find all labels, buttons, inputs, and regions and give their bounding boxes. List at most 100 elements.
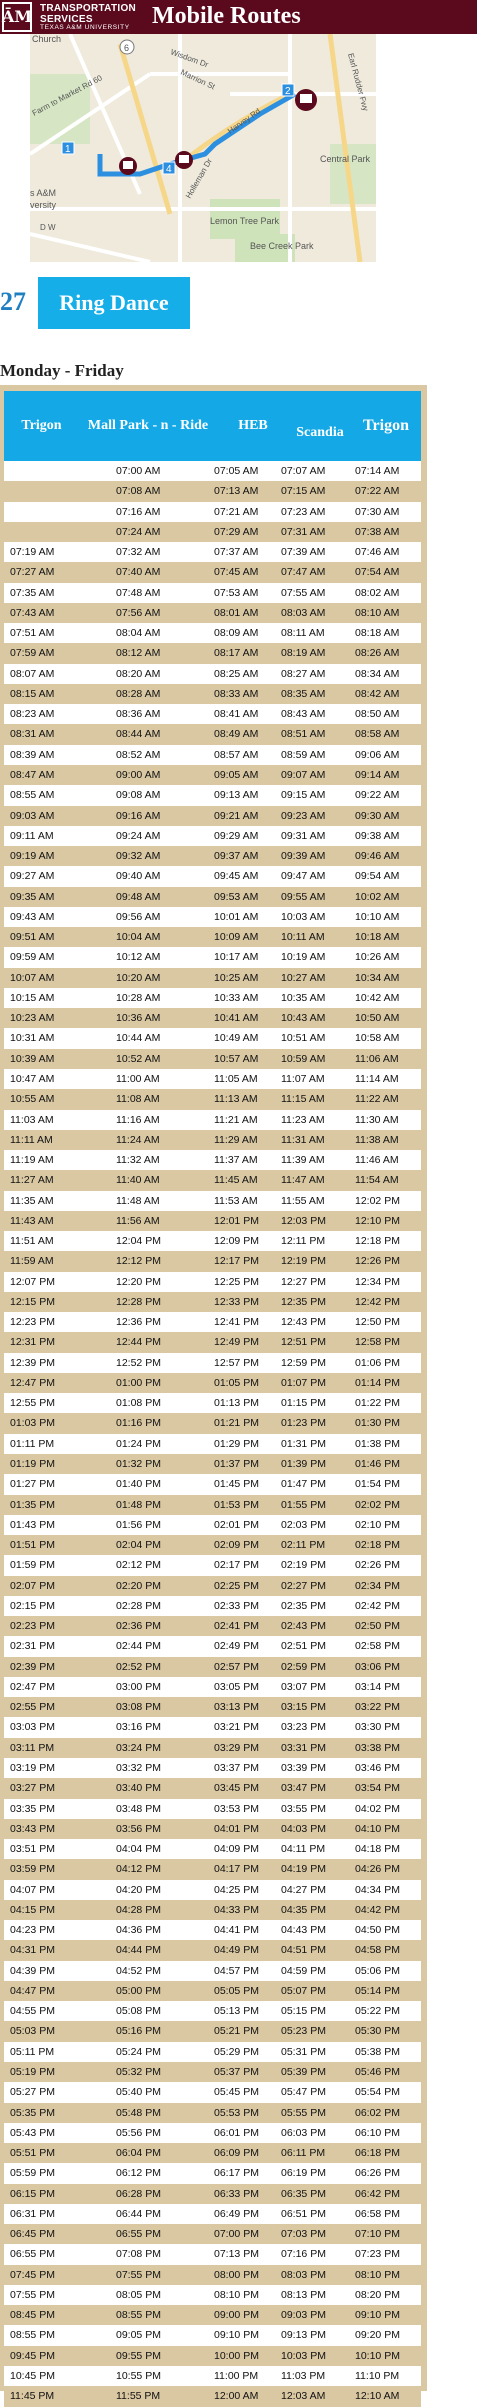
table-cell: 05:29 PM	[214, 2045, 259, 2058]
table-cell: 05:05 PM	[214, 1984, 259, 1997]
table-row: 08:23 AM 08:36 AM 08:41 AM 08:43 AM 08:50 AM	[4, 704, 421, 725]
table-cell: 06:18 PM	[355, 2147, 400, 2160]
table-cell: 04:27 PM	[281, 1883, 326, 1896]
table-cell: 09:59 AM	[10, 951, 55, 964]
table-cell: 12:27 PM	[281, 1275, 326, 1288]
table-cell: 11:03 AM	[10, 1113, 54, 1126]
table-cell: 02:42 PM	[355, 1599, 400, 1612]
table-row: 01:11 PM 01:24 PM 01:29 PM 01:31 PM 01:38 PM	[4, 1433, 421, 1455]
map-label-university-a: s A&M	[30, 188, 56, 198]
table-cell: 08:44 AM	[116, 728, 161, 741]
table-cell: 07:23 PM	[355, 2248, 400, 2261]
table-cell: 09:14 AM	[355, 768, 400, 781]
table-cell: 01:05 PM	[214, 1376, 259, 1389]
map-label-bee-creek-park: Bee Creek Park	[250, 241, 314, 251]
table-cell: 12:28 PM	[116, 1295, 161, 1308]
table-cell: 10:39 AM	[10, 1052, 55, 1065]
table-cell: 06:28 PM	[116, 2187, 161, 2200]
table-cell: 01:08 PM	[116, 1397, 161, 1410]
stop-4-label: 4	[166, 164, 172, 175]
table-cell: 09:10 PM	[214, 2329, 259, 2342]
table-cell: 07:16 AM	[116, 505, 161, 518]
bus-stop-icon[interactable]	[119, 157, 137, 175]
table-cell: 04:58 PM	[355, 1944, 400, 1957]
table-cell: 01:47 PM	[281, 1478, 326, 1491]
table-cell: 04:59 PM	[281, 1964, 326, 1977]
table-cell: 06:31 PM	[10, 2207, 55, 2220]
table-cell: 08:55 AM	[10, 789, 55, 802]
table-cell: 03:30 PM	[355, 1721, 400, 1734]
table-cell: 11:31 AM	[281, 1133, 325, 1146]
table-cell: 11:32 AM	[116, 1154, 160, 1167]
table-cell: 03:13 PM	[214, 1701, 259, 1714]
table-cell: 04:49 PM	[214, 1944, 259, 1957]
table-cell: 09:53 AM	[214, 890, 259, 903]
table-cell: 12:00 AM	[214, 2390, 259, 2403]
table-cell: 09:05 AM	[214, 768, 259, 781]
table-cell: 03:08 PM	[116, 1701, 161, 1714]
table-cell: 02:26 PM	[355, 1559, 400, 1572]
table-cell: 02:59 PM	[281, 1660, 326, 1673]
table-row: 11:19 AM 11:32 AM 11:37 AM 11:39 AM 11:46 AM	[4, 1150, 421, 1171]
map-label-church: Church	[32, 34, 61, 44]
table-cell: 02:41 PM	[214, 1620, 259, 1633]
table-cell: 06:03 PM	[281, 2126, 326, 2139]
table-cell: 05:59 PM	[10, 2167, 55, 2180]
table-cell: 03:40 PM	[116, 1782, 161, 1795]
table-cell: 12:02 PM	[355, 1194, 400, 1207]
bus-stop-icon[interactable]	[295, 89, 317, 111]
table-row: 03:19 PM 03:32 PM 03:37 PM 03:39 PM 03:46 PM	[4, 1758, 421, 1779]
table-row: 12:07 PM 12:20 PM 12:25 PM 12:27 PM 12:34 PM	[4, 1271, 421, 1292]
table-cell: 09:15 AM	[281, 789, 326, 802]
logo-wordmark: TRANSPORTATION SERVICES TEXAS A&M UNIVER…	[40, 3, 136, 32]
table-row: 01:43 PM 01:56 PM 02:01 PM 02:03 PM 02:10 PM	[4, 1514, 421, 1536]
tamu-logo: ĀM	[2, 2, 32, 32]
table-cell: 08:10 AM	[355, 606, 400, 619]
table-cell: 02:15 PM	[10, 1599, 55, 1612]
table-cell: 02:39 PM	[10, 1660, 55, 1673]
table-cell: 11:22 AM	[355, 1093, 399, 1106]
table-cell: 04:57 PM	[214, 1964, 259, 1977]
table-cell: 03:03 PM	[10, 1721, 55, 1734]
table-cell: 10:28 AM	[116, 991, 161, 1004]
table-row: 10:23 AM 10:36 AM 10:41 AM 10:43 AM 10:50 AM	[4, 1008, 421, 1029]
table-row: 07:45 PM 07:55 PM 08:00 PM 08:03 PM 08:10 PM	[4, 2264, 421, 2285]
bus-stop-icon[interactable]	[175, 151, 193, 169]
table-row: 08:39 AM 08:52 AM 08:57 AM 08:59 AM 09:06 AM	[4, 744, 421, 765]
table-cell: 04:47 PM	[10, 1984, 55, 1997]
table-cell: 11:23 AM	[281, 1113, 325, 1126]
table-row: 11:35 AM 11:48 AM 11:53 AM 11:55 AM 12:02 PM	[4, 1190, 421, 1211]
table-cell: 05:11 PM	[10, 2045, 55, 2058]
table-cell: 11:19 AM	[10, 1154, 54, 1167]
table-row: 03:35 PM 03:48 PM 03:53 PM 03:55 PM 04:02 PM	[4, 1798, 421, 1819]
table-cell: 04:12 PM	[116, 1863, 161, 1876]
table-cell: 01:46 PM	[355, 1458, 400, 1471]
table-cell: 12:49 PM	[214, 1336, 259, 1349]
table-cell: 06:51 PM	[281, 2207, 326, 2220]
table-cell: 10:44 AM	[116, 1032, 161, 1045]
table-cell: 06:09 PM	[214, 2147, 259, 2160]
table-cell: 12:23 PM	[10, 1316, 55, 1329]
table-cell: 05:06 PM	[355, 1964, 400, 1977]
table-cell: 05:19 PM	[10, 2065, 55, 2078]
table-row: 09:51 AM 10:04 AM 10:09 AM 10:11 AM 10:18 AM	[4, 927, 421, 948]
table-cell: 02:20 PM	[116, 1579, 161, 1592]
table-cell: 12:17 PM	[214, 1255, 259, 1268]
table-cell: 11:05 AM	[214, 1072, 258, 1085]
table-cell: 10:58 AM	[355, 1032, 400, 1045]
route-map[interactable]: 1 4 2 6 Church Farm to Market Rd 60 Wisd…	[30, 34, 376, 262]
table-cell: 12:52 PM	[116, 1356, 161, 1369]
table-cell: 12:44 PM	[116, 1336, 161, 1349]
table-row: 01:19 PM 01:32 PM 01:37 PM 01:39 PM 01:46 PM	[4, 1454, 421, 1475]
table-cell: 03:05 PM	[214, 1680, 259, 1693]
table-cell: 08:28 AM	[116, 687, 161, 700]
table-cell: 02:31 PM	[10, 1640, 55, 1653]
table-cell: 09:16 AM	[116, 809, 161, 822]
table-cell: 08:00 PM	[214, 2268, 259, 2281]
table-cell: 06:55 PM	[10, 2248, 55, 2261]
table-cell: 01:03 PM	[10, 1417, 55, 1430]
table-cell: 07:46 AM	[355, 546, 400, 559]
table-cell: 07:19 AM	[10, 546, 55, 559]
table-cell: 08:19 AM	[281, 647, 326, 660]
table-cell: 11:59 AM	[10, 1255, 54, 1268]
